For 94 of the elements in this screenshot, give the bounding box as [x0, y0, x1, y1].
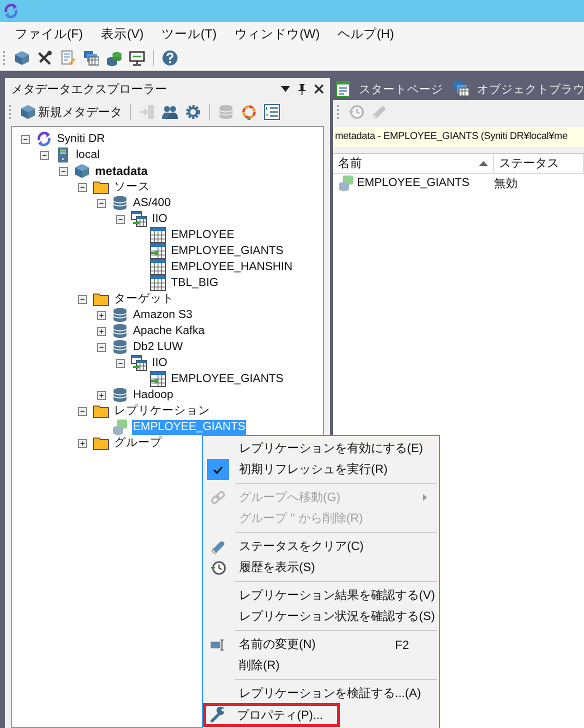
tree-item[interactable]: EMPLOYEE_GIANTS — [170, 372, 284, 386]
settings-button[interactable] — [183, 102, 203, 122]
table-cell-text: 無効 — [493, 176, 518, 190]
tab[interactable]: オブジェクトブラウ — [451, 78, 584, 100]
tree-item[interactable]: Syniti DR — [56, 132, 106, 146]
collapse-icon[interactable] — [21, 134, 30, 144]
schema-icon — [131, 211, 147, 227]
column-header[interactable]: 名前 — [333, 154, 494, 174]
expand-icon[interactable] — [97, 326, 106, 336]
shortcut-label: F2 — [394, 638, 409, 652]
tree-item[interactable]: Hadoop — [132, 388, 174, 402]
eraser-icon — [210, 538, 226, 554]
link-icon — [210, 490, 226, 506]
folder-icon — [93, 291, 109, 307]
close-icon[interactable] — [314, 84, 324, 94]
menu-item[interactable]: ヘルプ(H) — [328, 26, 404, 42]
collapse-icon[interactable] — [116, 358, 125, 368]
schema-icon — [131, 355, 147, 371]
tree-item[interactable]: EMPLOYEE_GIANTS — [170, 244, 284, 258]
table-cell: EMPLOYEE_GIANTS — [357, 177, 470, 189]
collapse-icon[interactable] — [78, 182, 87, 192]
table-icon — [150, 275, 166, 291]
folder-icon — [93, 179, 109, 195]
collapse-icon[interactable] — [59, 166, 68, 176]
tree-item[interactable]: TBL_BIG — [170, 276, 220, 290]
database-icon — [112, 387, 128, 403]
tables-icon — [453, 81, 469, 97]
folder-icon — [93, 403, 109, 419]
menu-item[interactable]: レプリケーションを有効にする(E) — [203, 438, 439, 459]
collapse-icon[interactable] — [78, 406, 87, 416]
collapse-icon[interactable] — [116, 214, 125, 224]
collapse-icon[interactable] — [97, 198, 106, 208]
tree-item[interactable]: レプリケーション — [113, 404, 211, 418]
menu-item[interactable]: 履歴を表示(S) — [203, 557, 439, 578]
menu-item[interactable]: 初期リフレッシュを実行(R) — [203, 459, 439, 480]
expand-icon[interactable] — [78, 438, 87, 448]
menu-item[interactable]: 削除(R) — [203, 655, 439, 676]
table-icon — [150, 227, 166, 243]
tree-item[interactable]: ソース — [113, 180, 151, 194]
menu-item[interactable]: ステータスをクリア(C) — [203, 536, 439, 557]
tree-item[interactable]: EMPLOYEE_HANSHIN — [170, 260, 294, 274]
tree-item[interactable]: EMPLOYEE — [170, 228, 236, 242]
menu-item[interactable]: 名前の変更(N) F2 — [203, 634, 439, 655]
new-metadata-button[interactable]: 新規メタデータ — [18, 102, 124, 122]
column-header[interactable]: ステータス — [494, 154, 584, 174]
history-icon — [210, 560, 226, 576]
tree-item[interactable]: Apache Kafka — [132, 324, 206, 338]
panel-title: メタデータエクスプローラー — [11, 80, 167, 98]
replication-icon — [112, 419, 128, 435]
tree-item[interactable]: AS/400 — [132, 196, 172, 210]
tree-item[interactable]: metadata — [94, 164, 149, 178]
expand-icon[interactable] — [97, 390, 106, 400]
table-icon — [150, 259, 166, 275]
menu-item[interactable]: ウィンドウ(W) — [226, 26, 329, 42]
tree-item[interactable]: ターゲット — [113, 292, 175, 306]
replication-icon — [338, 175, 354, 191]
menu-item[interactable]: レプリケーションを検証する...(A) — [203, 683, 439, 704]
help-button[interactable] — [160, 48, 180, 68]
cube-button[interactable] — [12, 48, 32, 68]
database-icon — [112, 323, 128, 339]
dropdown-icon[interactable] — [281, 86, 290, 92]
menu-item[interactable]: レプリケーション結果を確認する(V) — [203, 585, 439, 606]
collapse-icon[interactable] — [40, 150, 49, 160]
tree-item[interactable]: Db2 LUW — [132, 340, 184, 354]
menu-item[interactable]: ファイル(F) — [6, 26, 92, 42]
numbered-list-button[interactable] — [262, 102, 282, 122]
tree-item[interactable]: IIO — [151, 212, 168, 226]
menu-item[interactable]: 表示(V) — [92, 26, 153, 42]
tables-button[interactable] — [81, 48, 101, 68]
wrench-icon — [210, 707, 226, 723]
collapse-icon[interactable] — [78, 294, 87, 304]
pin-icon[interactable] — [298, 84, 306, 94]
cube-icon — [20, 104, 36, 120]
database-icon — [112, 307, 128, 323]
info-bar: metadata - EMPLOYEE_GIANTS (Syniti DR¥local¥me — [333, 127, 584, 147]
server-icon — [55, 147, 71, 163]
folder-icon — [93, 435, 109, 451]
database-icon — [112, 195, 128, 211]
rename-icon — [210, 636, 226, 652]
page-icon — [335, 81, 351, 97]
menu-item[interactable]: レプリケーション状況を確認する(S) — [203, 606, 439, 627]
menu-item[interactable]: プロパティ(P)... — [203, 703, 340, 727]
collapse-icon[interactable] — [97, 342, 106, 352]
tree-item[interactable]: local — [75, 148, 101, 162]
tree-item[interactable]: Amazon S3 — [132, 308, 194, 322]
app-icon — [3, 3, 19, 19]
tree-item[interactable]: グループ — [113, 436, 163, 450]
cycle-icon — [36, 131, 52, 147]
cube-icon — [74, 163, 90, 179]
tab[interactable]: スタートページ — [333, 78, 451, 100]
expand-icon[interactable] — [97, 310, 106, 320]
tree-item[interactable]: IIO — [151, 356, 168, 370]
database-icon — [112, 339, 128, 355]
menu-item[interactable]: ツール(T) — [152, 26, 226, 42]
